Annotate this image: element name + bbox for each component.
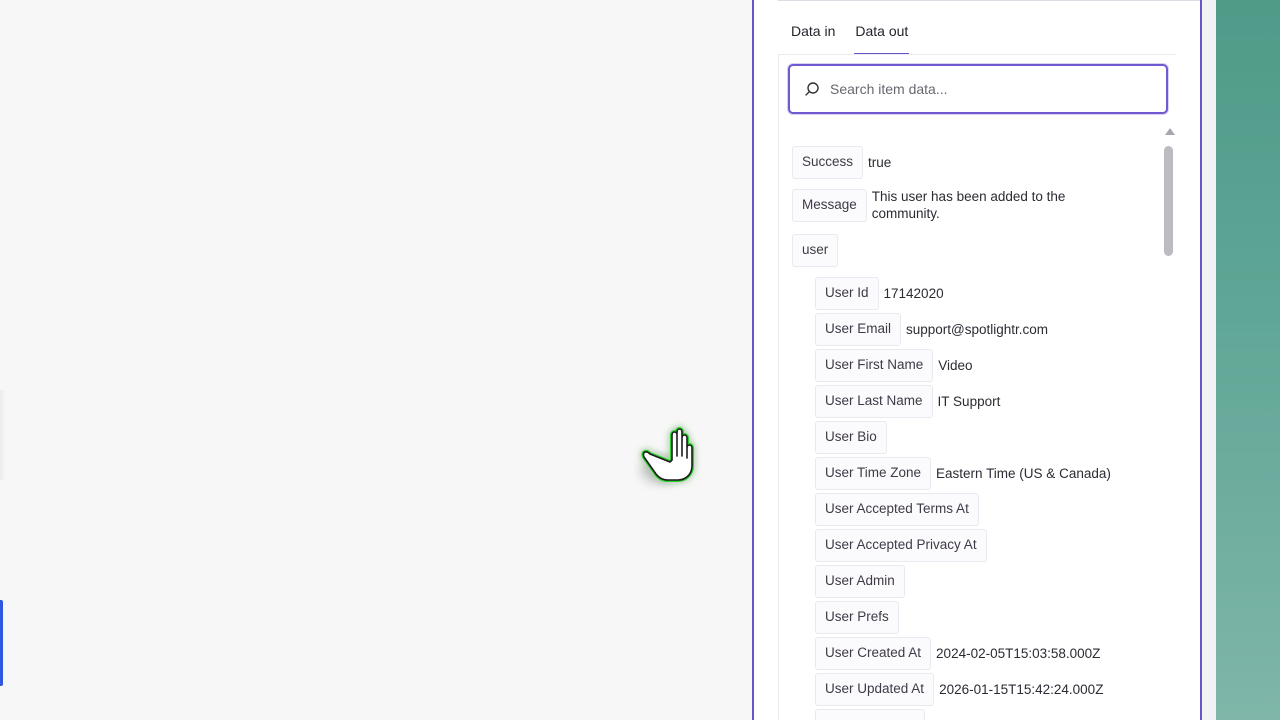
table-row: User Accepted Terms At: [815, 493, 984, 526]
data-key[interactable]: Success: [792, 146, 864, 179]
data-value: [887, 421, 892, 429]
table-row: User First Name Video: [815, 349, 973, 382]
table-row: User Email support@spotlightr.com: [815, 313, 1048, 346]
tab-data-in[interactable]: Data in: [790, 22, 836, 54]
data-key[interactable]: user: [792, 234, 839, 267]
data-row-success: Success true: [792, 146, 891, 179]
data-row-message: Message This user has been added to the …: [792, 188, 1093, 222]
data-value: [979, 493, 984, 501]
data-key[interactable]: User Last Name: [815, 385, 933, 418]
workflow-canvas[interactable]: [0, 0, 752, 720]
scrollbar-thumb[interactable]: [1164, 146, 1173, 256]
chevron-up-icon[interactable]: [1165, 128, 1175, 135]
data-key[interactable]: User Prefs: [815, 601, 899, 634]
panel-top-divider: [778, 0, 1200, 1]
data-tabs: Data in Data out: [790, 22, 910, 55]
table-row: User Admin: [815, 565, 910, 598]
table-row: [815, 709, 925, 720]
table-row: User Accepted Privacy At: [815, 529, 992, 562]
data-key[interactable]: User Accepted Privacy At: [815, 529, 987, 562]
data-key[interactable]: User First Name: [815, 349, 934, 382]
data-value: 2026-01-15T15:42:24.000Z: [939, 682, 1104, 697]
hand-cursor-icon: [640, 427, 694, 484]
data-key[interactable]: [815, 709, 925, 720]
data-value: 17142020: [883, 286, 944, 301]
data-value: Video: [938, 358, 973, 373]
data-value: 2024-02-05T15:03:58.000Z: [936, 646, 1101, 661]
data-value: [905, 565, 910, 573]
scrollbar[interactable]: [1162, 128, 1176, 258]
left-edge-accent: [0, 600, 3, 686]
data-value: IT Support: [937, 394, 1001, 409]
data-value: [899, 601, 904, 609]
data-inspector-panel: Data in Data out Success true Message Th…: [752, 0, 1202, 720]
data-key[interactable]: User Accepted Terms At: [815, 493, 979, 526]
tab-data-out[interactable]: Data out: [854, 22, 910, 55]
data-key[interactable]: User Bio: [815, 421, 887, 454]
search-icon: [805, 82, 819, 96]
search-field[interactable]: [788, 64, 1168, 114]
table-row: User Prefs: [815, 601, 904, 634]
table-row: User Bio: [815, 421, 892, 454]
data-key[interactable]: User Admin: [815, 565, 905, 598]
data-value: Eastern Time (US & Canada): [936, 466, 1111, 481]
background-panel: [1216, 0, 1280, 720]
data-row-user: user: [792, 234, 839, 267]
table-row: User Time Zone Eastern Time (US & Canada…: [815, 457, 1111, 490]
table-row: User Created At 2024-02-05T15:03:58.000Z: [815, 637, 1100, 670]
table-row: User Last Name IT Support: [815, 385, 1000, 418]
data-key[interactable]: User Id: [815, 277, 879, 310]
table-row: User Id 17142020: [815, 277, 944, 310]
data-value: [987, 529, 992, 537]
data-key[interactable]: User Updated At: [815, 673, 935, 706]
data-value: true: [868, 155, 892, 170]
data-key[interactable]: User Time Zone: [815, 457, 932, 490]
table-row: User Updated At 2026-01-15T15:42:24.000Z: [815, 673, 1103, 706]
data-key[interactable]: Message: [792, 189, 867, 222]
data-key[interactable]: User Email: [815, 313, 902, 346]
data-value: support@spotlightr.com: [906, 322, 1049, 337]
left-edge-shadow: [0, 390, 6, 480]
panel-gutter: [1202, 0, 1216, 720]
search-input[interactable]: [830, 81, 1150, 97]
data-key[interactable]: User Created At: [815, 637, 932, 670]
data-value: This user has been added to the communit…: [871, 189, 1066, 221]
